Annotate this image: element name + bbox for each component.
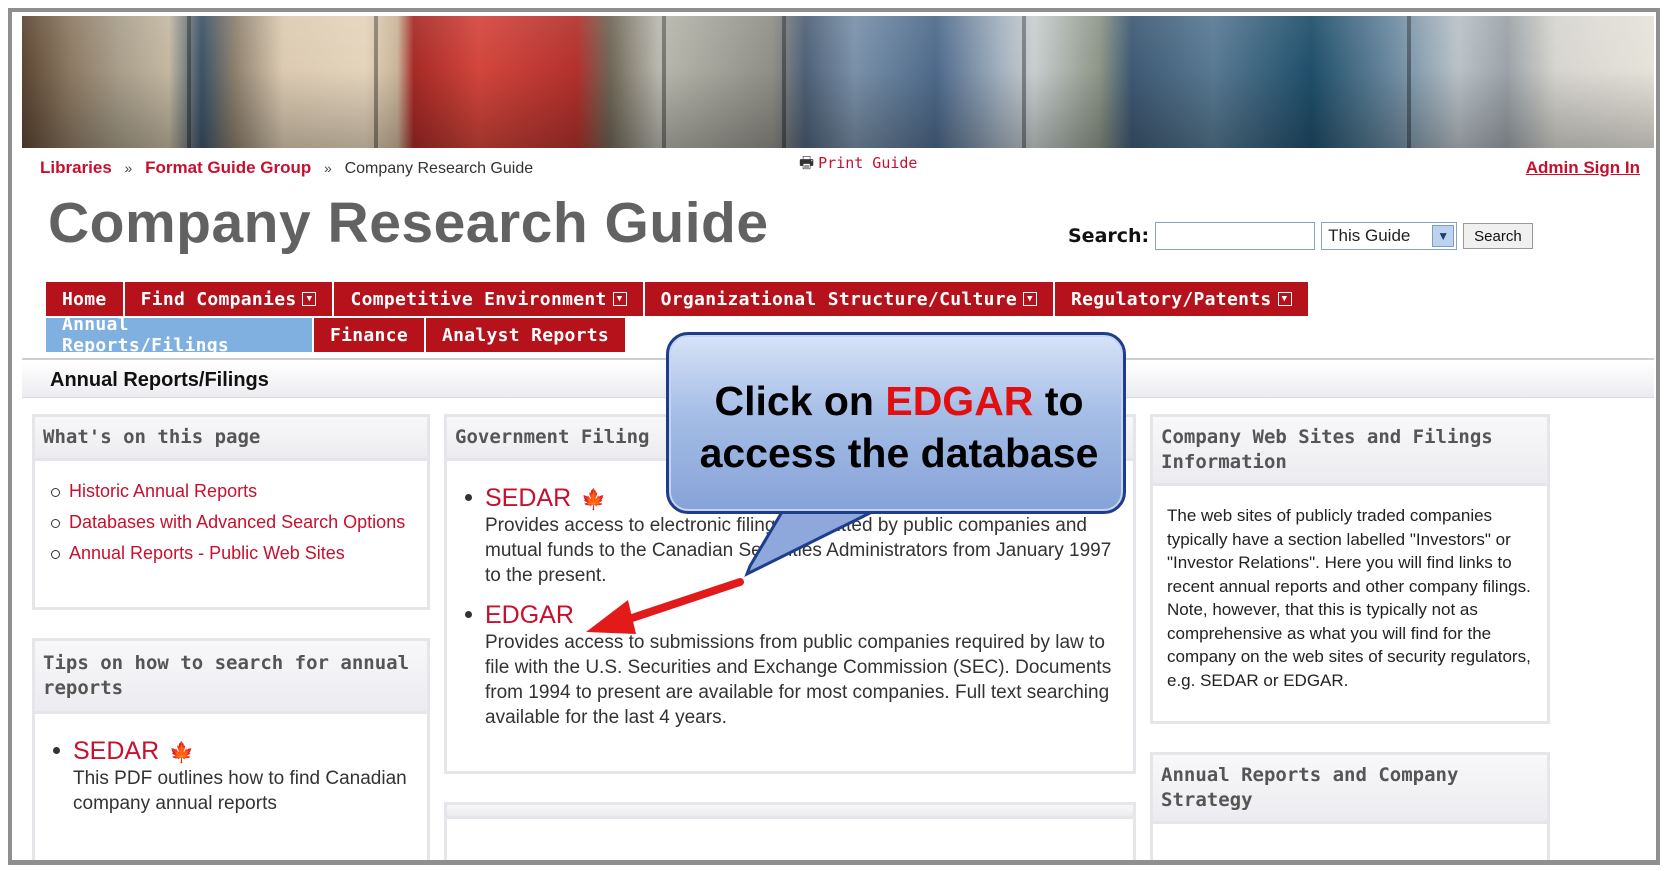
tab-find-companies[interactable]: Find Companies ▼: [124, 282, 335, 316]
callout-highlight: EDGAR: [885, 378, 1034, 424]
next-box: [444, 802, 1136, 860]
tab-annual-reports-filings[interactable]: Annual Reports/Filings: [46, 314, 314, 356]
search-tips-box: Tips on how to search for annual reports…: [32, 638, 430, 860]
tab-analyst-reports[interactable]: Analyst Reports: [425, 318, 628, 352]
tab-competitive-environment[interactable]: Competitive Environment ▼: [334, 282, 645, 316]
callout-line2: access the database: [699, 430, 1099, 476]
callout-bubble: Click on EDGAR to access the database: [666, 332, 1126, 514]
whats-on-this-page-box: What's on this page Historic Annual Repo…: [32, 414, 430, 610]
dropdown-arrow-icon[interactable]: ▼: [1023, 292, 1038, 306]
tips-body: SEDAR 🍁 This PDF outlines how to find Can…: [35, 714, 427, 838]
tip-description: This PDF outlines how to find Canadian c…: [73, 768, 407, 814]
search-scope-select[interactable]: This Guide ▼: [1321, 222, 1458, 250]
callout-line1-pre: Click on: [714, 378, 886, 424]
box-title: Company Web Sites and Filings Informatio…: [1153, 417, 1547, 486]
callout-text: Click on EDGAR to access the database: [669, 375, 1129, 479]
red-arrow-head-icon: [586, 600, 636, 634]
list-item[interactable]: Historic Annual Reports: [49, 479, 413, 503]
breadcrumb: Libraries » Format Guide Group » Company…: [40, 158, 533, 178]
tab-label: Organizational Structure/Culture: [660, 288, 1018, 310]
callout-line1-post: to: [1033, 378, 1084, 424]
breadcrumb-separator: »: [324, 160, 332, 176]
search-label: Search:: [1068, 225, 1150, 247]
callout-pointer-icon: [744, 510, 873, 578]
breadcrumb-separator: »: [124, 160, 133, 176]
list-item: SEDAR 🍁 This PDF outlines how to find Can…: [49, 736, 413, 816]
tab-label: Regulatory/Patents: [1071, 288, 1272, 310]
tab-finance[interactable]: Finance: [314, 318, 426, 352]
print-guide-label: Print Guide: [818, 154, 918, 172]
tab-label: Find Companies: [140, 288, 297, 310]
dropdown-arrow-icon[interactable]: ▼: [302, 292, 317, 306]
company-web-sites-box: Company Web Sites and Filings Informatio…: [1150, 414, 1550, 724]
page-contents-list: Historic Annual Reports Databases with A…: [35, 461, 427, 584]
search-bar: Search: This Guide ▼ Search: [1068, 222, 1533, 250]
box-title: Annual Reports and Company Strategy: [1153, 755, 1547, 824]
printer-icon: 🖶: [799, 153, 815, 172]
list-item[interactable]: Databases with Advanced Search Options: [49, 510, 413, 534]
annual-strategy-box: Annual Reports and Company Strategy: [1150, 752, 1550, 860]
header-banner-books: [22, 16, 1654, 148]
browser-frame: Libraries » Format Guide Group » Company…: [8, 8, 1660, 865]
tab-label: Analyst Reports: [441, 324, 610, 346]
tab-organizational-structure-culture[interactable]: Organizational Structure/Culture ▼: [644, 282, 1056, 316]
search-button[interactable]: Search: [1463, 223, 1533, 249]
tab-label: Annual Reports/Filings: [62, 314, 230, 356]
chevron-down-icon: ▼: [1432, 225, 1455, 247]
nav-tabs-row-2: Annual Reports/Filings Finance Analyst R…: [46, 314, 628, 356]
box-title: What's on this page: [35, 417, 427, 461]
box-title-bar: [447, 805, 1133, 819]
breadcrumb-format-guide-group[interactable]: Format Guide Group: [145, 158, 311, 177]
sedar-pdf-link[interactable]: SEDAR: [73, 737, 159, 765]
tab-label: Finance: [330, 324, 408, 346]
breadcrumb-current: Company Research Guide: [344, 160, 534, 177]
company-web-sites-text: The web sites of publicly traded compani…: [1167, 506, 1531, 690]
list-item[interactable]: Annual Reports - Public Web Sites: [49, 541, 413, 565]
nav-tabs-row-1: Home Find Companies ▼ Competitive Environ…: [46, 282, 1310, 316]
search-scope-value: This Guide: [1328, 226, 1411, 245]
search-input[interactable]: [1155, 222, 1316, 250]
dropdown-arrow-icon[interactable]: ▼: [612, 292, 627, 306]
tab-label: Competitive Environment: [350, 288, 607, 310]
tab-home[interactable]: Home: [46, 282, 125, 316]
admin-sign-in-link[interactable]: Admin Sign In: [1526, 158, 1640, 178]
edgar-link[interactable]: EDGAR: [485, 601, 574, 629]
breadcrumb-libraries[interactable]: Libraries: [40, 158, 112, 177]
print-guide-link[interactable]: 🖶 Print Guide: [799, 152, 917, 179]
box-title: Tips on how to search for annual reports: [35, 641, 427, 714]
maple-leaf-icon: 🍁: [169, 742, 195, 764]
tab-label: Home: [62, 288, 107, 310]
page-title: Company Research Guide: [48, 191, 769, 255]
dropdown-arrow-icon[interactable]: ▼: [1277, 292, 1292, 306]
tab-regulatory-patents[interactable]: Regulatory/Patents ▼: [1055, 282, 1310, 316]
section-title: Annual Reports/Filings: [50, 369, 269, 391]
red-arrow-shaft: [616, 578, 744, 626]
sedar-link[interactable]: SEDAR: [485, 484, 571, 512]
